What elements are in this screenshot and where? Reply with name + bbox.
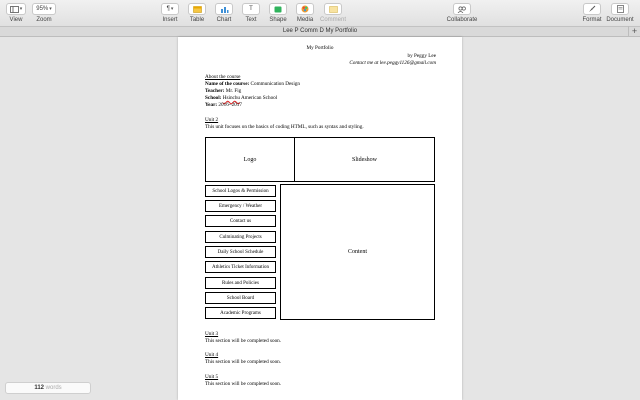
toolbar: ▾ View 95% ▾ Zoom ¶ ▾ Insert Table Chart…: [0, 0, 640, 26]
unit3-text: This section will be completed soon.: [205, 338, 282, 344]
insert-button[interactable]: ¶ ▾: [161, 3, 179, 15]
paragraph-icon: ¶: [166, 6, 170, 12]
course-line: Name of the course: Communication Design: [205, 81, 300, 88]
teacher-line: Teacher: Mr. Fig: [205, 88, 241, 95]
collaborate-icon: [457, 6, 466, 13]
byline: by Peggy Lee: [407, 53, 436, 59]
logo-label: Logo: [243, 156, 257, 163]
course-label: Name of the course:: [205, 81, 250, 87]
zoom-control[interactable]: 95% ▾ Zoom: [28, 3, 60, 23]
word-count-value: 112: [34, 385, 44, 391]
wireframe-slideshow-box[interactable]: Slideshow: [294, 137, 435, 182]
document-page[interactable]: My Portfolio by Peggy Lee Contact me at …: [178, 37, 462, 400]
year-value: 2016~2017: [217, 102, 242, 108]
table-label: Table: [189, 17, 205, 23]
media-button[interactable]: [296, 3, 314, 15]
comment-icon: [328, 5, 338, 13]
wireframe-nav-item[interactable]: Culminating Projects: [205, 231, 276, 243]
teacher-value: Mr. Fig: [224, 88, 242, 94]
document-icon: [616, 5, 624, 13]
slideshow-label: Slideshow: [351, 156, 377, 163]
table-icon: [192, 5, 202, 13]
wireframe-logo-box[interactable]: Logo: [205, 137, 295, 182]
media-label: Media: [296, 17, 314, 23]
zoom-button[interactable]: 95% ▾: [32, 3, 56, 15]
contact-line: Contact me at lee.peggy1126@gmail.com: [349, 60, 436, 66]
view-button[interactable]: ▾: [5, 3, 27, 15]
tab-bar: Lee P Comm D My Portfolio +: [0, 26, 640, 37]
unit2-text: This unit focuses on the basics of codin…: [205, 124, 364, 130]
zoom-label: Zoom: [36, 17, 52, 23]
wireframe-nav-item[interactable]: School Board: [205, 292, 276, 304]
school-line: School: Hsinchu American School: [205, 95, 277, 102]
chart-label: Chart: [216, 17, 232, 23]
chevron-down-icon: ▾: [19, 6, 23, 12]
wireframe-content-box[interactable]: Content: [280, 184, 435, 320]
wireframe-nav-item[interactable]: Rules and Policies: [205, 277, 276, 289]
text-label: Text: [245, 17, 257, 23]
shape-button[interactable]: [269, 3, 287, 15]
comment-control[interactable]: Comment: [317, 3, 349, 23]
wireframe-nav-item[interactable]: Contact us: [205, 215, 276, 227]
collaborate-button[interactable]: [453, 3, 471, 15]
school-value-rest: American School: [240, 95, 278, 101]
school-label: School:: [205, 95, 222, 101]
about-heading: About the course: [205, 74, 241, 80]
unit4-text: This section will be completed soon.: [205, 359, 282, 365]
unit5-heading: Unit 5: [205, 374, 219, 380]
chart-button[interactable]: [215, 3, 233, 15]
content-label: Content: [348, 249, 367, 255]
year-label: Year:: [205, 102, 218, 108]
chart-icon: [220, 6, 228, 13]
document-label: Document: [606, 17, 634, 23]
wireframe-nav-item[interactable]: School Logos & Permission: [205, 185, 276, 197]
chevron-down-icon: ▾: [170, 6, 174, 12]
school-value-name: Hsinchu: [222, 95, 241, 101]
paintbrush-icon: [589, 5, 596, 12]
insert-label: Insert: [162, 17, 178, 23]
course-value: Communication Design: [249, 81, 300, 87]
chevron-down-icon: ▾: [49, 6, 52, 12]
unit5-text: This section will be completed soon.: [205, 381, 282, 387]
word-count-label: words: [44, 385, 62, 391]
wireframe-nav-item[interactable]: Daily School Schedule: [205, 246, 276, 258]
document-control[interactable]: Document: [604, 3, 636, 23]
unit2-heading: Unit 2: [205, 117, 219, 123]
sidebar-icon: [9, 5, 19, 13]
wireframe-nav-item[interactable]: Athletics Ticket Information: [205, 261, 276, 273]
add-tab-button[interactable]: +: [628, 26, 640, 37]
comment-label: Comment: [319, 17, 346, 23]
format-button[interactable]: [583, 3, 601, 15]
document-tab-title[interactable]: Lee P Comm D My Portfolio: [0, 28, 640, 34]
document-button[interactable]: [611, 3, 629, 15]
view-label: View: [9, 17, 23, 23]
year-line: Year: 2016~2017: [205, 102, 242, 109]
shape-label: Shape: [269, 17, 287, 23]
comment-button[interactable]: [324, 3, 342, 15]
collaborate-label: Collaborate: [446, 17, 478, 23]
text-button[interactable]: T: [242, 3, 260, 15]
table-button[interactable]: [188, 3, 206, 15]
text-icon: T: [249, 6, 253, 12]
wireframe-nav-item[interactable]: Academic Programs: [205, 307, 276, 319]
shape-icon: [274, 6, 282, 12]
teacher-label: Teacher:: [205, 88, 225, 94]
word-count-badge[interactable]: 112 words: [5, 382, 91, 394]
unit4-heading: Unit 4: [205, 352, 219, 358]
zoom-value: 95%: [36, 6, 49, 12]
unit3-heading: Unit 3: [205, 331, 219, 337]
format-label: Format: [582, 17, 602, 23]
media-icon: [301, 5, 309, 13]
wireframe-nav-item[interactable]: Emergency / Weather: [205, 200, 276, 212]
document-title: My Portfolio: [306, 45, 334, 51]
collaborate-control[interactable]: Collaborate: [446, 3, 478, 23]
